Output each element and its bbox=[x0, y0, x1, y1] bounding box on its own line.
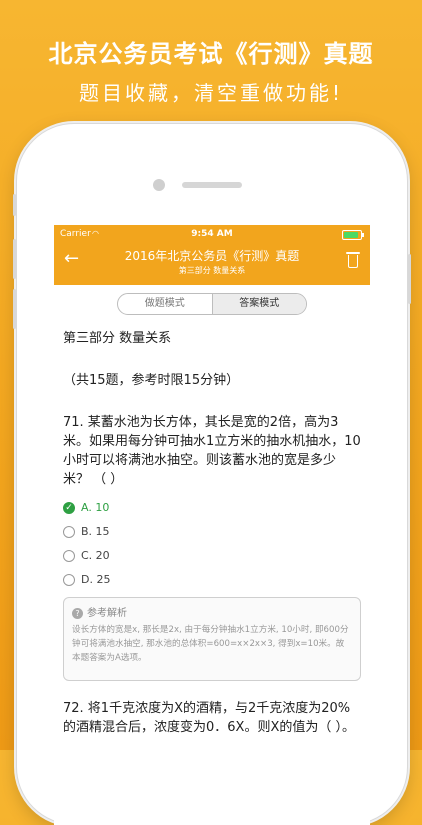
segment-answer-mode[interactable]: 答案模式 bbox=[211, 294, 306, 314]
section-info: （共15题，参考时限15分钟） bbox=[63, 373, 240, 388]
volume-up-button bbox=[13, 239, 16, 279]
battery-icon bbox=[342, 230, 364, 240]
option-c-label: C. 20 bbox=[81, 549, 110, 562]
analysis-box: ? 参考解析 设长方体的宽是x, 那长是2x, 由于每分钟抽水1立方米, 10小时… bbox=[63, 597, 361, 681]
status-time: 9:54 AM bbox=[191, 229, 233, 239]
question-mark-icon: ? bbox=[72, 608, 83, 619]
radio-circle-icon bbox=[63, 526, 75, 538]
phone-screen: Carrier ◠ 9:54 AM ← 2016年北京公务员《行测》真题 第三部… bbox=[54, 225, 370, 825]
promo-subtitle: 题目收藏，清空重做功能! bbox=[78, 81, 344, 105]
app-header: Carrier ◠ 9:54 AM ← 2016年北京公务员《行测》真题 第三部… bbox=[54, 225, 370, 285]
volume-down-button bbox=[13, 289, 16, 329]
power-button bbox=[408, 254, 411, 304]
option-b[interactable]: B. 15 bbox=[63, 525, 110, 538]
trash-icon[interactable] bbox=[346, 252, 360, 268]
segment-practice-mode[interactable]: 做题模式 bbox=[118, 294, 212, 314]
mute-switch bbox=[13, 194, 16, 216]
option-a[interactable]: ✓ A. 10 bbox=[63, 501, 109, 514]
phone-frame: Carrier ◠ 9:54 AM ← 2016年北京公务员《行测》真题 第三部… bbox=[13, 123, 411, 825]
option-c[interactable]: C. 20 bbox=[63, 549, 110, 562]
section-title: 第三部分 数量关系 bbox=[63, 331, 172, 346]
radio-circle-icon bbox=[63, 574, 75, 586]
nav-subtitle: 第三部分 数量关系 bbox=[178, 266, 246, 275]
option-a-label: A. 10 bbox=[81, 501, 110, 514]
option-d[interactable]: D. 25 bbox=[63, 573, 110, 586]
earpiece-speaker bbox=[182, 182, 242, 188]
option-d-label: D. 25 bbox=[81, 573, 111, 586]
front-camera bbox=[153, 179, 165, 191]
question-72-text: 72. 将1千克浓度为X的酒精，与2千克浓度为20%的酒精混合后，浓度变为0．6… bbox=[63, 701, 355, 735]
promo-title: 北京公务员考试《行测》真题 bbox=[48, 40, 374, 68]
analysis-title: 参考解析 bbox=[87, 608, 127, 619]
radio-circle-icon bbox=[63, 550, 75, 562]
question-71-text: 71. 某蓄水池为长方体，其长是宽的2倍，高为3米。如果用每分钟可抽水1立方米的… bbox=[63, 415, 361, 487]
analysis-text: 设长方体的宽是x, 那长是2x, 由于每分钟抽水1立方米, 10小时, 即600… bbox=[72, 625, 349, 663]
mode-segmented-control: 做题模式 答案模式 bbox=[117, 293, 307, 315]
status-bar: Carrier ◠ 9:54 AM bbox=[54, 225, 370, 243]
option-b-label: B. 15 bbox=[81, 525, 110, 538]
nav-title: 2016年北京公务员《行测》真题 bbox=[124, 249, 300, 263]
analysis-title-row: ? 参考解析 bbox=[72, 604, 352, 619]
check-icon: ✓ bbox=[63, 502, 75, 514]
